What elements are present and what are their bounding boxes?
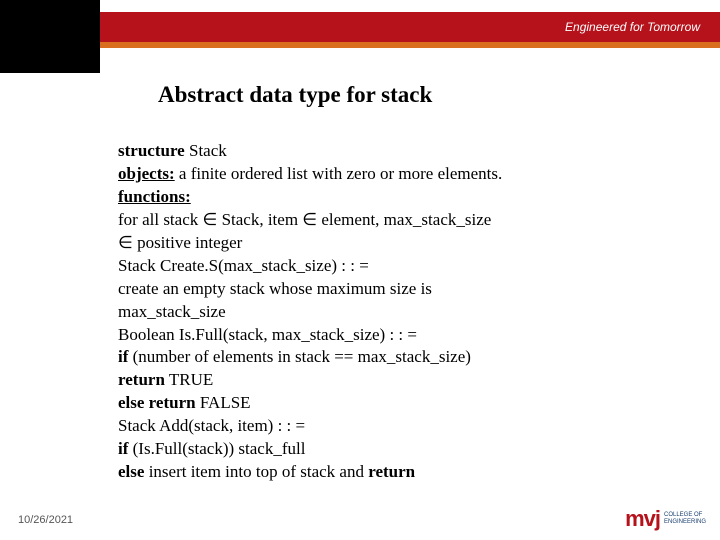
l1c: element, max_stack_size bbox=[317, 210, 491, 229]
elem-3: ∈ bbox=[118, 233, 133, 252]
l1b: Stack, item bbox=[217, 210, 302, 229]
logo-sub1: COLLEGE OF bbox=[664, 512, 706, 519]
kw-if-1: if bbox=[118, 347, 128, 366]
kw-return-1: return bbox=[118, 370, 165, 389]
l10: Stack Add(stack, item) : : = bbox=[118, 415, 660, 438]
orange-strip bbox=[0, 42, 720, 48]
corner-black-box bbox=[0, 0, 100, 73]
slide-content: structure Stack objects: a finite ordere… bbox=[118, 140, 660, 484]
logo: mvj COLLEGE OF ENGINEERING bbox=[625, 506, 706, 532]
kw-structure: structure bbox=[118, 141, 185, 160]
objects-rest: a finite ordered list with zero or more … bbox=[175, 164, 503, 183]
elem-1: ∈ bbox=[203, 210, 218, 229]
l8: TRUE bbox=[165, 370, 213, 389]
l9: FALSE bbox=[196, 393, 251, 412]
l12: insert item into top of stack and bbox=[144, 462, 368, 481]
structure-name: Stack bbox=[185, 141, 227, 160]
l11: (Is.Full(stack)) stack_full bbox=[128, 439, 305, 458]
kw-objects: objects: bbox=[118, 164, 175, 183]
l6: Boolean Is.Full(stack, max_stack_size) :… bbox=[118, 324, 660, 347]
l4: create an empty stack whose maximum size… bbox=[118, 278, 660, 301]
kw-return-2: return bbox=[368, 462, 415, 481]
top-bar: Engineered for Tomorrow bbox=[0, 12, 720, 42]
tagline: Engineered for Tomorrow bbox=[565, 20, 700, 34]
l1a: for all stack bbox=[118, 210, 203, 229]
footer-date: 10/26/2021 bbox=[18, 514, 73, 526]
kw-functions: functions: bbox=[118, 187, 191, 206]
kw-if-2: if bbox=[118, 439, 128, 458]
kw-else: else bbox=[118, 462, 144, 481]
kw-else-return: else return bbox=[118, 393, 196, 412]
elem-2: ∈ bbox=[302, 210, 317, 229]
page-title: Abstract data type for stack bbox=[158, 82, 432, 108]
logo-mark: mvj bbox=[625, 506, 660, 532]
l7: (number of elements in stack == max_stac… bbox=[128, 347, 471, 366]
l3: Stack Create.S(max_stack_size) : : = bbox=[118, 255, 660, 278]
logo-sub2: ENGINEERING bbox=[664, 519, 706, 526]
l5: max_stack_size bbox=[118, 301, 660, 324]
l2a: positive integer bbox=[133, 233, 243, 252]
